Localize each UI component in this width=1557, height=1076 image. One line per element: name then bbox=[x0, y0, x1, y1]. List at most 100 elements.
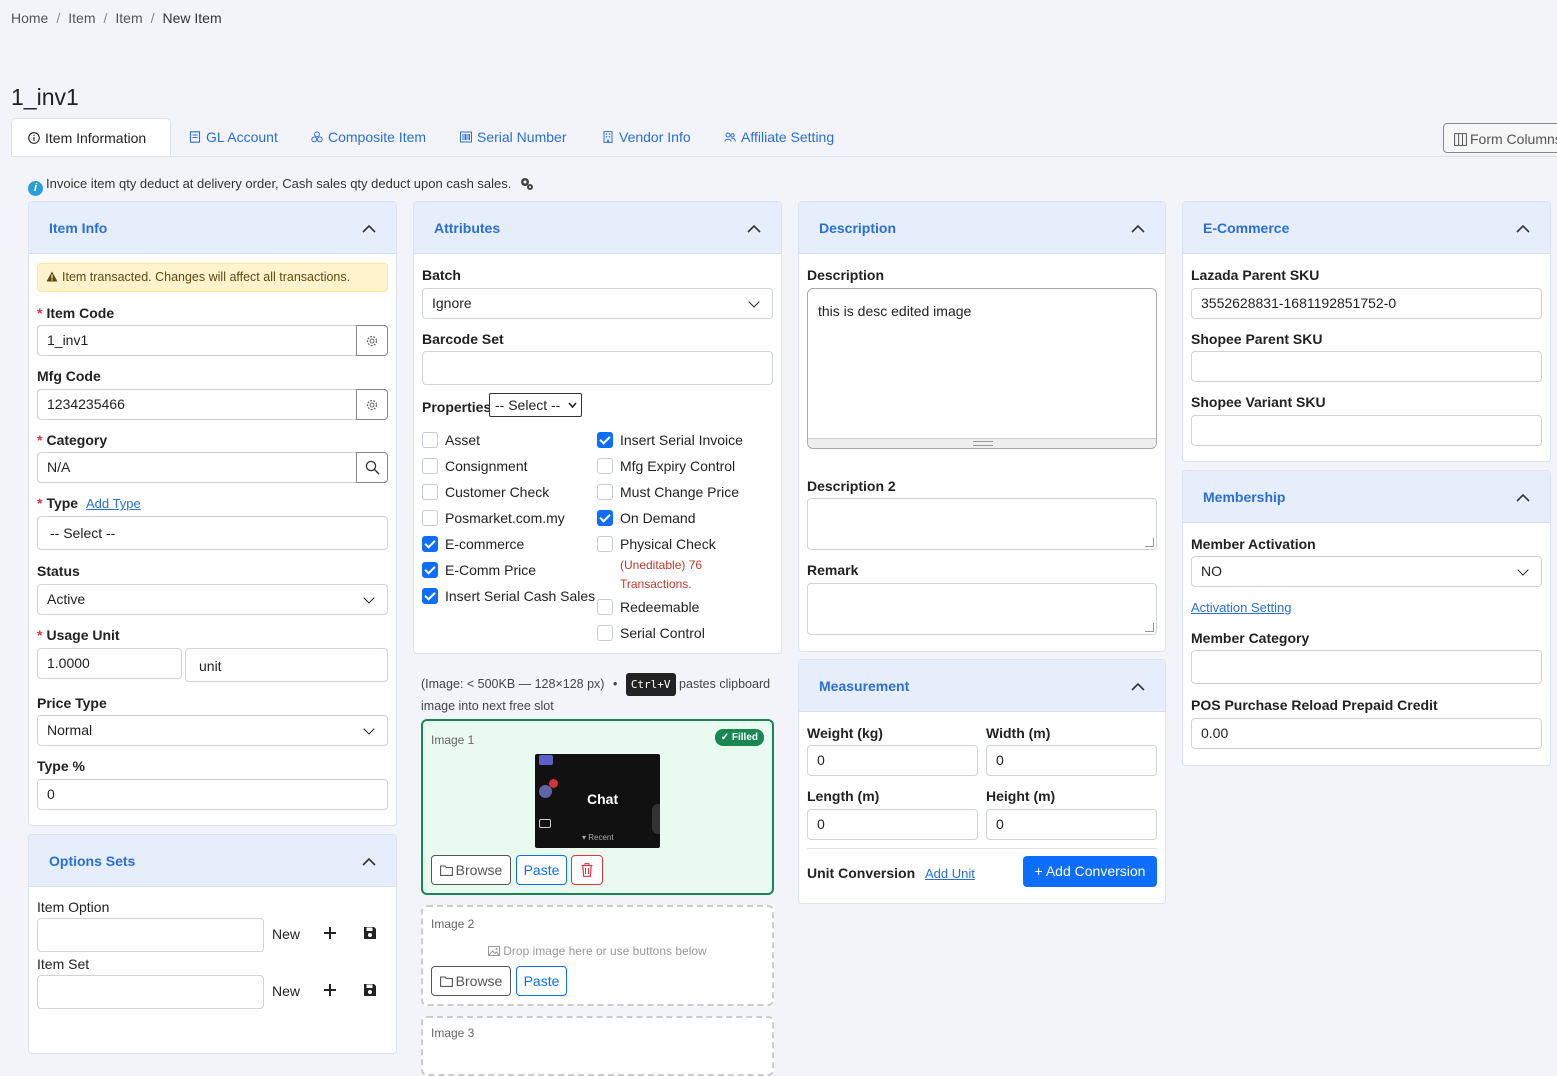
paste-button-2[interactable]: Paste bbox=[516, 966, 567, 996]
tab-vendor-info[interactable]: Vendor Info bbox=[602, 118, 691, 156]
item-option-save-icon[interactable] bbox=[363, 926, 377, 940]
shopee-parent-sku-input[interactable] bbox=[1191, 351, 1542, 382]
item-info-header[interactable]: Item Info bbox=[29, 202, 396, 254]
image-slot-3[interactable]: Image 3 bbox=[421, 1016, 774, 1076]
height-input[interactable]: 0 bbox=[986, 809, 1157, 840]
batch-label: Batch bbox=[422, 267, 461, 283]
membership-header[interactable]: Membership bbox=[1183, 471, 1550, 523]
lazada-sku-input[interactable]: 3552628831-1681192851752-0 bbox=[1191, 288, 1542, 319]
filled-badge: ✓ Filled bbox=[714, 729, 764, 746]
browse-button-1[interactable]: Browse bbox=[431, 855, 511, 885]
mfg-code-input[interactable]: 1234235466 bbox=[37, 389, 357, 420]
paste-button-1[interactable]: Paste bbox=[516, 855, 567, 885]
item-set-new-label: New bbox=[272, 983, 301, 999]
item-code-input[interactable]: 1_inv1 bbox=[37, 325, 357, 356]
price-type-label: Price Type bbox=[37, 695, 107, 711]
tab-gl-account[interactable]: GL Account bbox=[189, 118, 278, 156]
delete-image-button-1[interactable] bbox=[571, 855, 603, 885]
tab-composite-item[interactable]: Composite Item bbox=[311, 118, 426, 156]
type-select[interactable]: -- Select -- bbox=[37, 516, 388, 550]
breadcrumb-home[interactable]: Home bbox=[11, 10, 48, 26]
attributes-header[interactable]: Attributes bbox=[414, 202, 781, 254]
remark-textarea[interactable] bbox=[807, 583, 1157, 635]
status-select[interactable]: Active bbox=[37, 584, 388, 615]
description-header[interactable]: Description bbox=[799, 202, 1165, 254]
divider bbox=[807, 848, 1157, 849]
unit-conversion-label: Unit Conversion Add Unit bbox=[807, 865, 975, 881]
checkbox-insert-serial-cash-sales[interactable]: Insert Serial Cash Sales bbox=[422, 588, 595, 604]
category-label: * Category bbox=[37, 432, 108, 448]
add-conversion-button[interactable]: + Add Conversion bbox=[1023, 856, 1157, 887]
shopee-variant-sku-input[interactable] bbox=[1191, 415, 1542, 446]
usage-qty-input[interactable]: 1.0000 bbox=[37, 648, 182, 679]
breadcrumb-item-2[interactable]: Item bbox=[115, 10, 142, 26]
chevron-up-icon[interactable] bbox=[362, 855, 376, 869]
browse-button-2[interactable]: Browse bbox=[431, 966, 511, 996]
chevron-up-icon[interactable] bbox=[1131, 680, 1145, 694]
batch-select[interactable]: Ignore bbox=[422, 288, 773, 319]
type-pct-label: Type % bbox=[37, 758, 85, 774]
tab-item-information[interactable]: Item Information bbox=[11, 118, 171, 156]
mfg-code-generate-button[interactable] bbox=[356, 389, 388, 420]
item-option-input[interactable] bbox=[37, 918, 264, 952]
checkbox-customer-check[interactable]: Customer Check bbox=[422, 484, 549, 500]
tab-affiliate-setting[interactable]: Affiliate Setting bbox=[724, 118, 834, 156]
usage-unit-input[interactable]: unit bbox=[185, 648, 388, 682]
reload-credit-input[interactable]: 0.00 bbox=[1191, 718, 1542, 749]
checkbox-mfg-expiry-control[interactable]: Mfg Expiry Control bbox=[597, 458, 735, 474]
checkbox-must-change-price[interactable]: Must Change Price bbox=[597, 484, 739, 500]
price-type-select[interactable]: Normal bbox=[37, 715, 388, 746]
description-2-textarea[interactable] bbox=[807, 498, 1157, 550]
member-activation-label: Member Activation bbox=[1191, 536, 1316, 552]
form-columns-button[interactable]: Form Columns bbox=[1443, 123, 1557, 153]
barcode-set-input[interactable] bbox=[422, 351, 773, 385]
member-category-input[interactable] bbox=[1191, 650, 1542, 684]
boxes-icon bbox=[311, 131, 323, 143]
description-textarea[interactable]: this is desc edited image bbox=[807, 288, 1157, 449]
chevron-up-icon[interactable] bbox=[1516, 491, 1530, 505]
chevron-up-icon[interactable] bbox=[1131, 222, 1145, 236]
description-resize-bar[interactable] bbox=[808, 438, 1156, 448]
checkbox-posmarket[interactable]: Posmarket.com.my bbox=[422, 510, 565, 526]
checkbox-redeemable[interactable]: Redeemable bbox=[597, 599, 699, 615]
width-input[interactable]: 0 bbox=[986, 745, 1157, 776]
options-sets-header[interactable]: Options Sets bbox=[29, 835, 396, 887]
item-set-save-icon[interactable] bbox=[363, 983, 377, 997]
checkbox-e-commerce[interactable]: E-commerce bbox=[422, 536, 524, 552]
chevron-up-icon[interactable] bbox=[747, 222, 761, 236]
chevron-up-icon[interactable] bbox=[1516, 222, 1530, 236]
checkbox-e-comm-price[interactable]: E-Comm Price bbox=[422, 562, 536, 578]
weight-input[interactable]: 0 bbox=[807, 745, 978, 776]
chevron-up-icon[interactable] bbox=[362, 222, 376, 236]
ecommerce-header[interactable]: E-Commerce bbox=[1183, 202, 1550, 254]
add-unit-link[interactable]: Add Unit bbox=[925, 866, 975, 881]
item-option-add-icon[interactable] bbox=[323, 926, 337, 940]
tab-serial-number[interactable]: Serial Number bbox=[460, 118, 566, 156]
length-input[interactable]: 0 bbox=[807, 809, 978, 840]
type-pct-input[interactable]: 0 bbox=[37, 779, 388, 810]
category-search-button[interactable] bbox=[356, 452, 388, 483]
activation-setting-link[interactable]: Activation Setting bbox=[1191, 600, 1291, 615]
breadcrumb-item[interactable]: Item bbox=[68, 10, 95, 26]
measurement-header[interactable]: Measurement bbox=[799, 660, 1165, 712]
item-set-input[interactable] bbox=[37, 975, 264, 1009]
checkbox-physical-check[interactable]: Physical Check bbox=[597, 536, 716, 552]
drop-zone-text: Drop image here or use buttons below bbox=[423, 944, 772, 958]
checkbox-asset[interactable]: Asset bbox=[422, 432, 480, 448]
item-code-generate-button[interactable] bbox=[356, 325, 388, 356]
width-label: Width (m) bbox=[986, 725, 1051, 741]
image-slot-2[interactable]: Image 2 Drop image here or use buttons b… bbox=[421, 905, 774, 1006]
barcode-set-label: Barcode Set bbox=[422, 331, 504, 347]
image-slot-1[interactable]: Image 1 ✓ Filled Chat ▾ Recent Browse Pa… bbox=[421, 719, 774, 895]
checkbox-insert-serial-invoice[interactable]: Insert Serial Invoice bbox=[597, 432, 743, 448]
add-type-link[interactable]: Add Type bbox=[86, 496, 141, 511]
page-title: 1_inv1 bbox=[11, 84, 79, 110]
member-activation-select[interactable]: NO bbox=[1191, 556, 1542, 587]
item-set-add-icon[interactable] bbox=[323, 983, 337, 997]
category-input[interactable]: N/A bbox=[37, 452, 357, 483]
properties-select[interactable]: -- Select -- bbox=[489, 393, 582, 417]
checkbox-on-demand[interactable]: On Demand bbox=[597, 510, 695, 526]
checkbox-serial-control[interactable]: Serial Control bbox=[597, 625, 705, 641]
checkbox-consignment[interactable]: Consignment bbox=[422, 458, 528, 474]
gears-icon[interactable] bbox=[519, 176, 534, 191]
